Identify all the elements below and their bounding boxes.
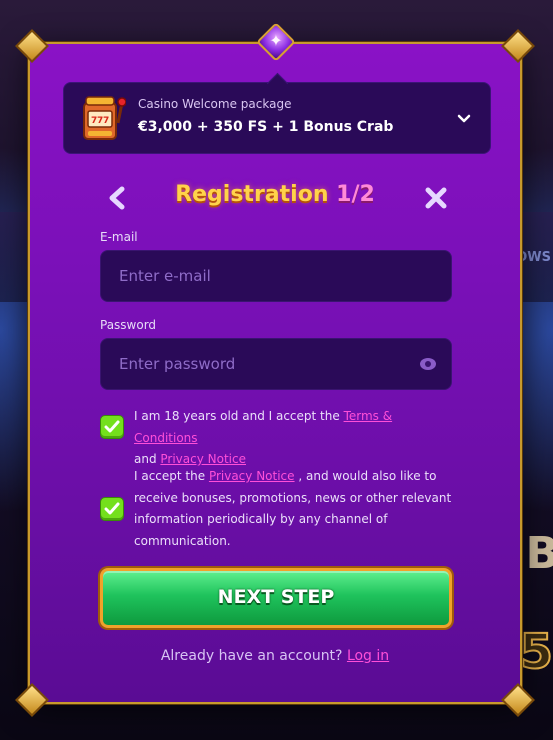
email-field-wrapper (100, 250, 452, 302)
slot-machine-icon: 7 7 7 (83, 96, 126, 140)
close-icon[interactable] (424, 186, 448, 210)
step-indicator: 1/2 (336, 182, 375, 207)
background-letter: B (525, 528, 553, 579)
title-text: Registration (175, 182, 329, 207)
next-step-button[interactable]: NEXT STEP (100, 568, 452, 628)
checkmark-icon (104, 420, 120, 433)
package-title: €3,000 + 350 FS + 1 Bonus Crab (138, 119, 394, 135)
package-subtitle: Casino Welcome package (138, 97, 292, 111)
registration-modal: ✦ 7 7 7 Casino Welcome package €3,000 + … (15, 22, 535, 717)
login-link[interactable]: Log in (347, 648, 389, 664)
svg-text:7: 7 (103, 116, 109, 126)
age-consent-label-and: and (134, 452, 161, 466)
welcome-package-dropdown[interactable]: 7 7 7 Casino Welcome package €3,000 + 35… (63, 82, 491, 154)
checkmark-icon (104, 502, 120, 515)
password-field-wrapper (100, 338, 452, 390)
privacy-link[interactable]: Privacy Notice (160, 452, 246, 466)
email-input[interactable] (101, 251, 451, 301)
email-label: E-mail (100, 230, 138, 244)
password-label: Password (100, 318, 157, 332)
age-consent-label: I am 18 years old and I accept the (134, 409, 344, 423)
privacy-link[interactable]: Privacy Notice (209, 469, 295, 483)
chevron-down-icon[interactable] (454, 109, 474, 129)
password-input[interactable] (101, 339, 451, 389)
age-consent-checkbox[interactable] (100, 415, 124, 439)
marketing-consent-text: I accept the Privacy Notice , and would … (134, 466, 454, 552)
marketing-consent-label: I accept the (134, 469, 209, 483)
eye-icon[interactable] (419, 357, 437, 371)
login-prompt-text: Already have an account? (160, 648, 347, 664)
star-icon: ✦ (269, 31, 283, 50)
login-prompt: Already have an account? Log in (30, 648, 520, 664)
age-consent-text: I am 18 years old and I accept the Terms… (134, 406, 454, 471)
marketing-consent-checkbox[interactable] (100, 497, 124, 521)
background-number: 5 (519, 623, 553, 681)
